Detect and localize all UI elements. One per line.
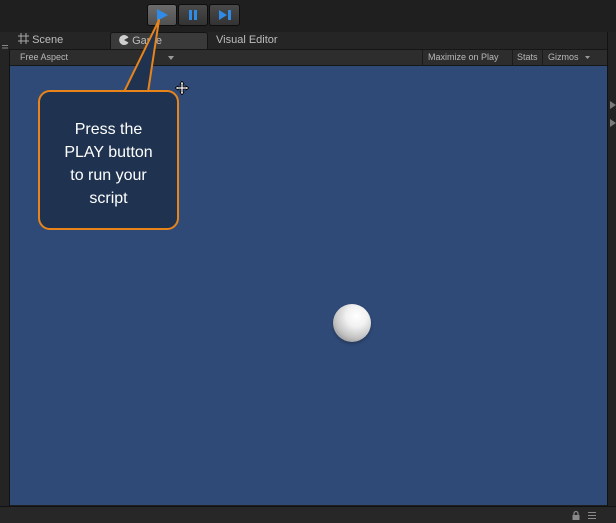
toolbar-divider [512, 50, 513, 65]
tab-game[interactable]: Game [110, 32, 208, 49]
gizmos-dropdown[interactable]: Gizmos [548, 50, 591, 65]
tab-scene[interactable]: Scene [18, 32, 106, 49]
maximize-on-play-label: Maximize on Play [428, 52, 499, 62]
bottom-status-bar [0, 506, 616, 523]
stats-toggle[interactable]: Stats [517, 50, 538, 65]
stats-label: Stats [517, 52, 538, 62]
left-panel-edge [0, 49, 10, 507]
tab-game-label: Game [132, 35, 163, 47]
maximize-on-play-toggle[interactable]: Maximize on Play [428, 50, 499, 65]
callout-line: PLAY button [64, 144, 153, 161]
toolbar-divider [542, 50, 543, 65]
pause-icon [189, 10, 197, 20]
play-button[interactable] [147, 4, 177, 26]
tab-visual-editor-label: Visual Editor [216, 34, 278, 46]
dropdown-arrow-icon [168, 56, 174, 60]
callout-line: Press the [74, 121, 143, 138]
collapse-arrow-icon[interactable] [610, 96, 616, 109]
callout-line: script [89, 190, 128, 207]
play-icon [157, 9, 168, 21]
game-pacman-icon [119, 35, 129, 45]
pause-button[interactable] [178, 4, 208, 26]
tab-visual-editor[interactable]: Visual Editor [216, 32, 316, 49]
instruction-callout: Press the PLAY button to run your script [38, 90, 179, 230]
scene-grid-icon [18, 33, 29, 44]
right-panel-edge [607, 32, 616, 507]
editor-tab-strip: Scene Game Visual Editor [0, 32, 616, 51]
tab-scene-label: Scene [32, 34, 64, 46]
white-sphere [333, 304, 371, 342]
move-cursor-icon [175, 81, 189, 95]
step-icon [218, 10, 231, 20]
lock-icon[interactable] [572, 511, 580, 520]
top-toolbar [0, 0, 616, 32]
collapse-arrow-icon[interactable] [610, 114, 616, 127]
toolbar-divider [422, 50, 423, 65]
tab-menu-icon[interactable] [2, 38, 8, 51]
aspect-dropdown[interactable]: Free Aspect [20, 50, 178, 65]
callout-line: to run your [70, 167, 147, 184]
gizmos-label: Gizmos [548, 52, 579, 62]
dropdown-arrow-icon [585, 56, 591, 59]
game-view-toolbar: Free Aspect Maximize on Play Stats Gizmo… [10, 50, 607, 66]
aspect-label: Free Aspect [20, 52, 69, 62]
panel-menu-icon[interactable] [588, 512, 596, 519]
step-button[interactable] [209, 4, 240, 26]
